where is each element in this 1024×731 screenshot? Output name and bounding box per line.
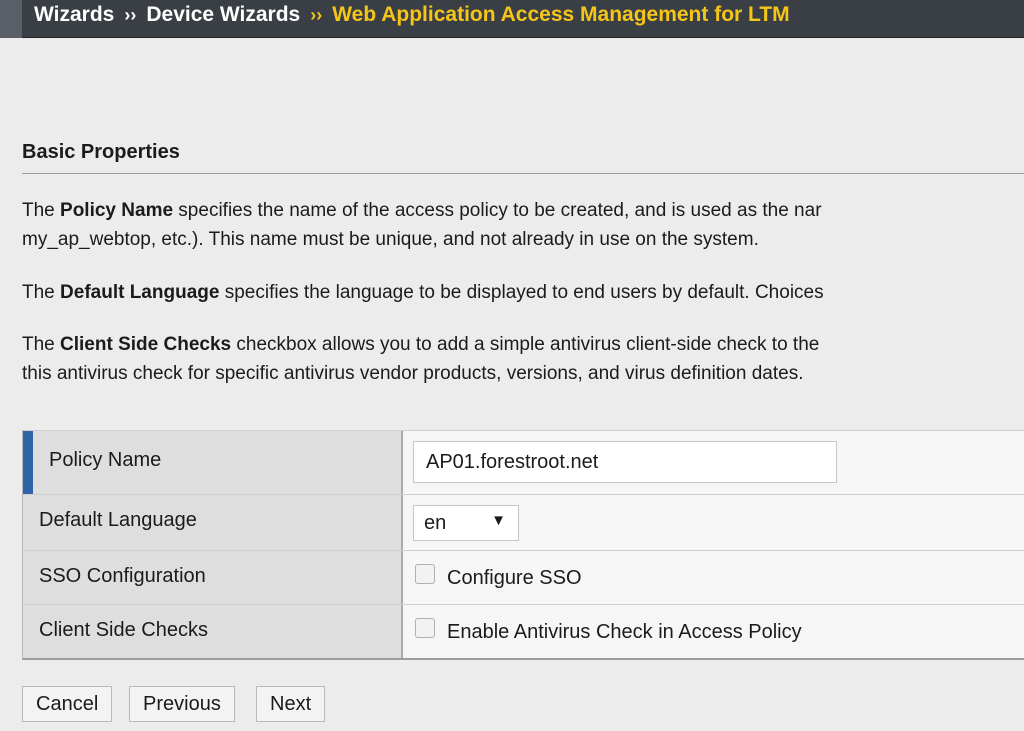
breadcrumb-edge	[0, 0, 22, 38]
row-policy-name: Policy Name	[23, 430, 1024, 494]
default-language-description: The Default Language specifies the langu…	[22, 278, 1024, 307]
next-button[interactable]: Next	[256, 686, 326, 722]
wizard-page: Wizards ›› Device Wizards ›› Web Application…	[0, 0, 1024, 731]
sso-configuration-label: SSO Configuration	[39, 565, 206, 587]
label-cell: SSO Configuration	[23, 551, 403, 604]
desc-text: The	[22, 200, 61, 221]
desc-text: specifies the language to be displayed t…	[219, 282, 824, 303]
value-cell: Configure SSO	[403, 551, 1024, 604]
desc-text: this antivirus check for specific antivi…	[22, 363, 804, 384]
desc-text: The	[22, 334, 61, 355]
policy-name-label: Policy Name	[49, 449, 162, 471]
section-divider	[22, 173, 1024, 174]
client-side-checks-label: Client Side Checks	[39, 619, 208, 641]
breadcrumb-item-device-wizards[interactable]: Device Wizards	[146, 3, 300, 26]
basic-properties-table: Policy Name Default Language en ▼ SSO Co…	[22, 430, 1024, 660]
section-title: Basic Properties	[22, 141, 180, 163]
breadcrumb-item-wizards[interactable]: Wizards	[34, 3, 114, 26]
label-cell: Default Language	[23, 495, 403, 550]
row-client-side-checks: Client Side Checks Enable Antivirus Chec…	[23, 604, 1024, 658]
value-cell	[403, 431, 1024, 494]
breadcrumb: Wizards ›› Device Wizards ›› Web Application…	[34, 3, 790, 27]
client-side-checks-description: The Client Side Checks checkbox allows y…	[22, 330, 1024, 388]
breadcrumb-separator: ››	[124, 5, 137, 25]
breadcrumb-bar: Wizards ›› Device Wizards ›› Web Application…	[0, 0, 1024, 38]
row-default-language: Default Language en ▼	[23, 494, 1024, 550]
breadcrumb-item-current: Web Application Access Management for LT…	[332, 3, 790, 26]
value-cell: Enable Antivirus Check in Access Policy	[403, 605, 1024, 658]
dropdown-arrow-icon: ▼	[491, 512, 506, 529]
breadcrumb-separator: ››	[310, 5, 323, 25]
selected-language: en	[424, 512, 447, 534]
desc-text: specifies the name of the access policy …	[173, 200, 822, 221]
default-language-select[interactable]: en ▼	[413, 505, 519, 541]
desc-bold-term: Policy Name	[60, 200, 174, 221]
previous-button[interactable]: Previous	[129, 686, 235, 722]
label-cell: Client Side Checks	[23, 605, 403, 658]
antivirus-check-checkbox[interactable]	[415, 618, 435, 638]
row-sso-configuration: SSO Configuration Configure SSO	[23, 550, 1024, 604]
configure-sso-label[interactable]: Configure SSO	[447, 567, 582, 590]
policy-name-input[interactable]	[413, 441, 837, 483]
desc-text: my_ap_webtop, etc.). This name must be u…	[22, 229, 759, 250]
value-cell: en ▼	[403, 495, 1024, 550]
desc-bold-term: Default Language	[60, 282, 220, 303]
active-row-indicator	[23, 431, 33, 494]
label-cell: Policy Name	[23, 431, 403, 494]
desc-bold-term: Client Side Checks	[60, 334, 232, 355]
policy-name-description: The Policy Name specifies the name of th…	[22, 196, 1024, 254]
desc-text: The	[22, 282, 61, 303]
default-language-label: Default Language	[39, 509, 197, 531]
desc-text: checkbox allows you to add a simple anti…	[231, 334, 820, 355]
cancel-button[interactable]: Cancel	[22, 686, 113, 722]
antivirus-check-label[interactable]: Enable Antivirus Check in Access Policy	[447, 621, 802, 644]
configure-sso-checkbox[interactable]	[415, 564, 435, 584]
